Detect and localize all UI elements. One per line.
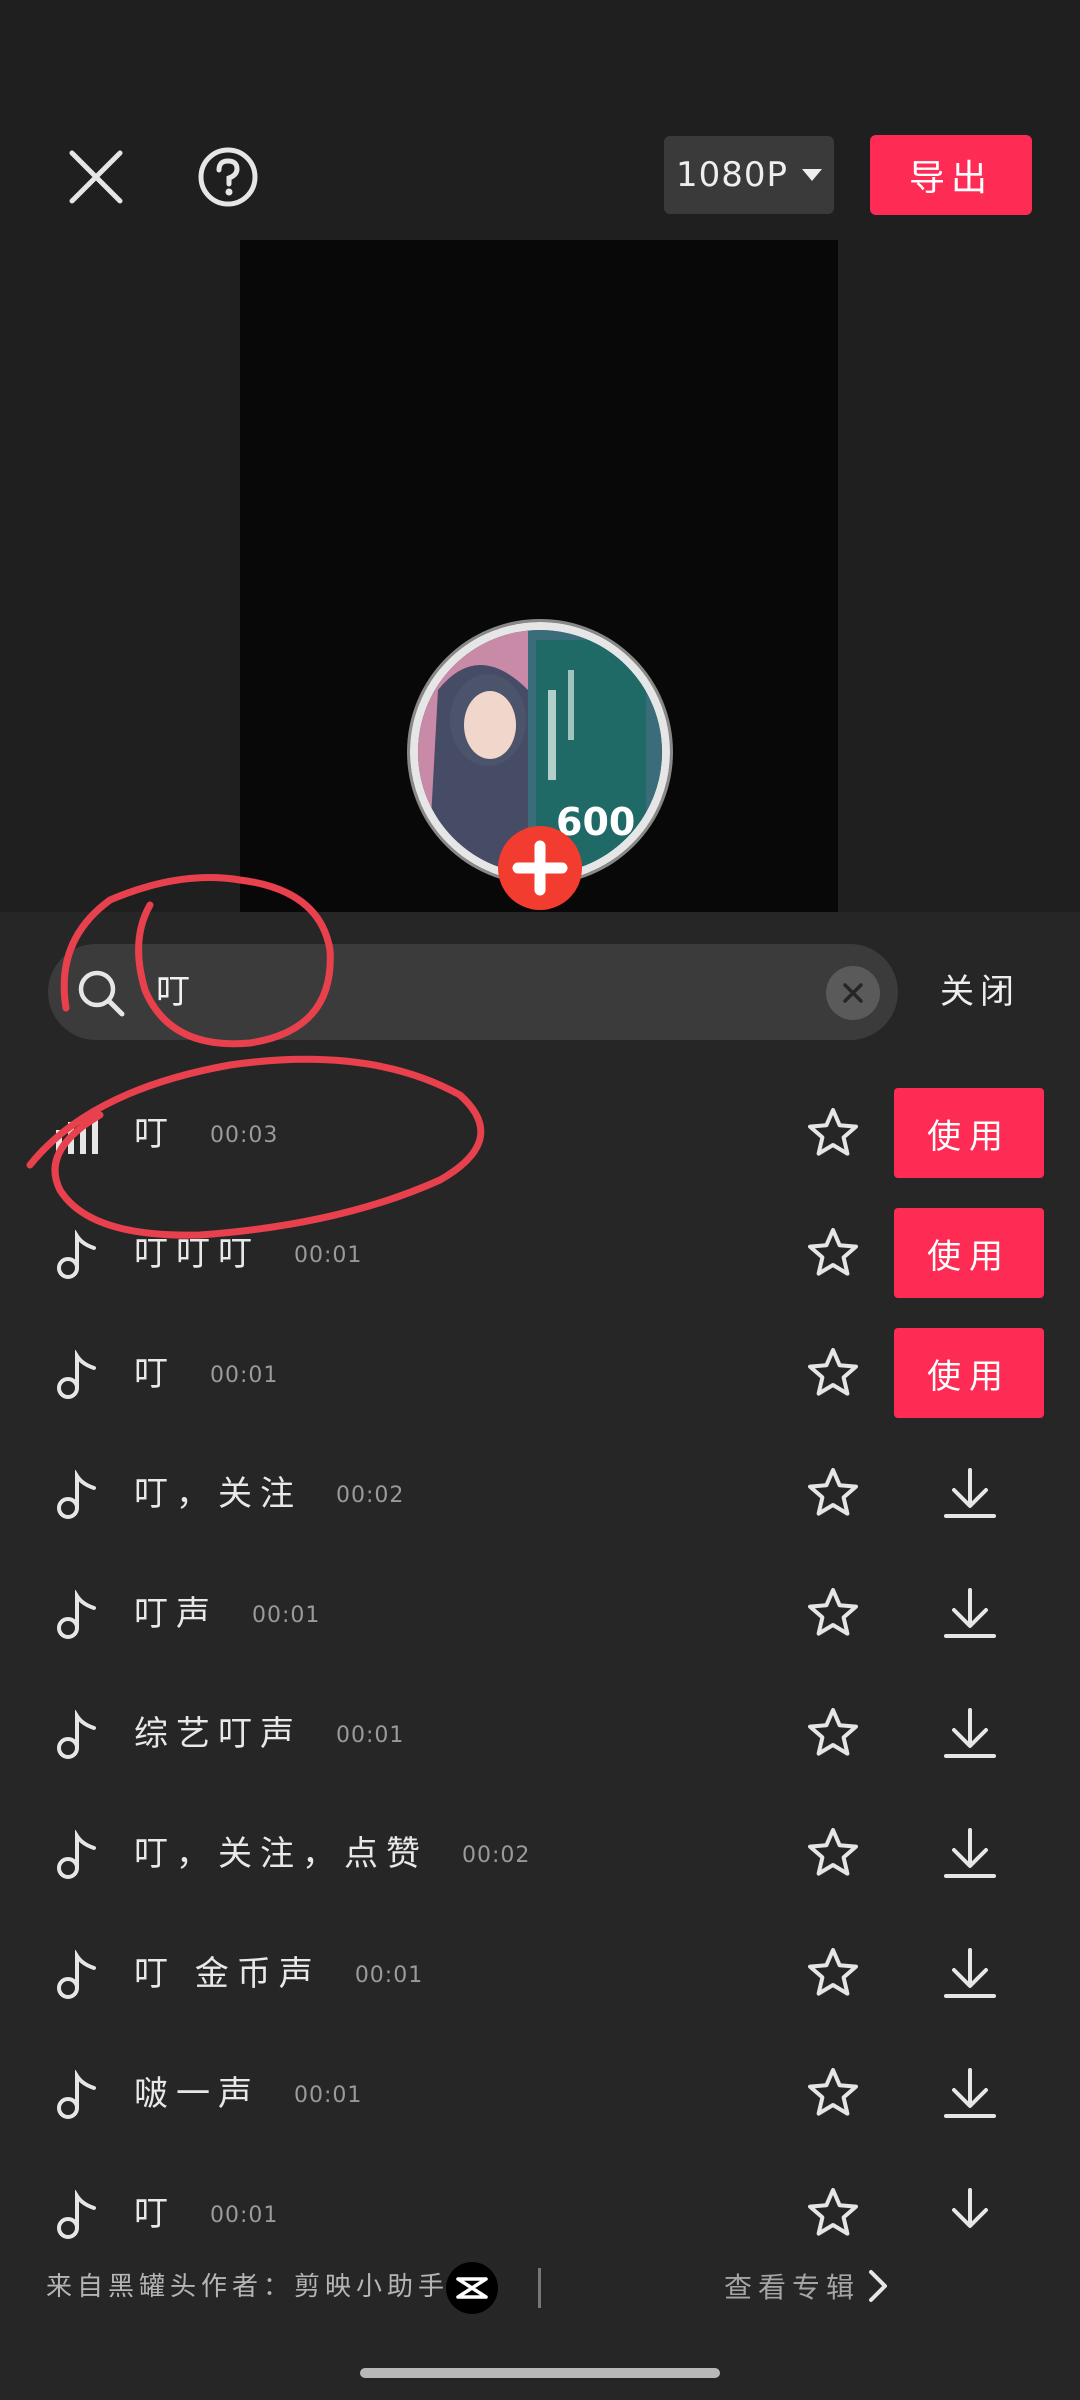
download-icon[interactable]: [942, 1826, 998, 1882]
sound-title: 叮，关注: [134, 1474, 302, 1514]
star-icon[interactable]: [806, 2066, 860, 2120]
close-icon[interactable]: [54, 135, 138, 219]
top-toolbar: 1080P 导出: [0, 0, 1080, 240]
home-indicator[interactable]: [360, 2368, 720, 2378]
star-icon[interactable]: [806, 1466, 860, 1520]
sound-title: 叮 金币声: [134, 1954, 321, 1994]
author-credit: 来自黑罐头作者：剪映小助手: [46, 2272, 450, 2302]
sound-row[interactable]: 叮 金币声 00:01: [0, 1912, 1080, 2032]
sound-title: 叮声: [134, 1594, 218, 1634]
sound-row[interactable]: 叮声 00:01: [0, 1552, 1080, 1672]
sound-row[interactable]: 叮 00:01 使用: [0, 1312, 1080, 1432]
sound-title: 综艺叮声: [134, 1714, 302, 1754]
sound-duration: 00:01: [252, 1602, 321, 1628]
sound-info: 叮 00:03: [134, 1110, 278, 1160]
music-note-icon: [57, 1350, 96, 1399]
music-note-icon: [57, 2070, 96, 2119]
resolution-dropdown[interactable]: 1080P: [664, 136, 834, 214]
sound-info: 叮 00:01: [134, 2190, 278, 2240]
search-input[interactable]: 叮: [48, 944, 898, 1040]
capcut-logo-icon: [446, 2262, 498, 2314]
add-icon[interactable]: [498, 826, 582, 910]
album-footer: 来自黑罐头作者：剪映小助手 查看专辑: [0, 2240, 1080, 2340]
sound-info: 叮声 00:01: [134, 1590, 320, 1640]
music-note-icon: [57, 1590, 96, 1639]
sound-title: 啵一声: [134, 2074, 260, 2114]
footer-divider: [538, 2268, 541, 2308]
music-note-icon: [57, 1230, 96, 1279]
sound-info: 叮 金币声 00:01: [134, 1950, 423, 2000]
music-note-icon: [57, 1950, 96, 1999]
sound-duration: 00:02: [336, 1482, 405, 1508]
sound-duration: 00:01: [354, 1962, 424, 1988]
sound-duration: 00:01: [210, 1362, 279, 1388]
music-note-icon: [57, 2190, 96, 2239]
sound-info: 叮 00:01: [134, 1350, 278, 1400]
sound-title: 叮，关注，点赞: [134, 1834, 428, 1874]
download-icon[interactable]: [942, 1706, 998, 1762]
download-icon[interactable]: [942, 1586, 998, 1642]
playing-bars-icon: [56, 1118, 98, 1154]
sound-row[interactable]: 叮，关注 00:02: [0, 1432, 1080, 1552]
sound-row[interactable]: 叮 00:03 使用: [0, 1072, 1080, 1192]
close-search-button[interactable]: 关闭: [940, 964, 1020, 1013]
sound-duration: 00:02: [462, 1842, 531, 1868]
star-icon[interactable]: [806, 1826, 860, 1880]
sound-row[interactable]: 啵一声 00:01: [0, 2032, 1080, 2152]
star-icon[interactable]: [806, 1226, 860, 1280]
download-icon[interactable]: [942, 1466, 998, 1522]
sound-duration: 00:01: [210, 2202, 279, 2228]
music-note-icon: [57, 1830, 96, 1879]
sound-title: 叮: [134, 2194, 176, 2234]
sound-title: 叮: [134, 1354, 176, 1394]
star-icon[interactable]: [806, 1346, 860, 1400]
star-icon[interactable]: [806, 1586, 860, 1640]
chevron-down-icon: [802, 169, 823, 181]
sound-info: 叮，关注 00:02: [134, 1470, 404, 1520]
sound-title: 叮: [134, 1114, 176, 1154]
sound-duration: 00:01: [294, 2082, 363, 2108]
sound-result-list: 叮 00:03 使用 叮叮叮 00:01 使用叮 00:01 使用 叮，关注 00:02 叮声 00:…: [0, 1072, 1080, 2272]
star-icon[interactable]: [806, 1106, 860, 1160]
download-icon[interactable]: [942, 2066, 998, 2122]
use-button[interactable]: 使用: [894, 1208, 1044, 1298]
help-icon[interactable]: [186, 135, 270, 219]
sound-row[interactable]: 叮，关注，点赞 00:02: [0, 1792, 1080, 1912]
search-icon: [78, 970, 125, 1017]
star-icon[interactable]: [806, 2186, 860, 2240]
download-icon[interactable]: [942, 1946, 998, 2002]
sound-duration: 00:03: [210, 1122, 279, 1148]
view-album-link[interactable]: 查看专辑: [724, 2266, 860, 2306]
search-query: 叮: [156, 972, 190, 1012]
sound-row[interactable]: 叮叮叮 00:01 使用: [0, 1192, 1080, 1312]
use-button[interactable]: 使用: [894, 1328, 1044, 1418]
sound-row[interactable]: 综艺叮声 00:01: [0, 1672, 1080, 1792]
sound-duration: 00:01: [336, 1722, 405, 1748]
export-button[interactable]: 导出: [870, 135, 1032, 215]
music-note-icon: [57, 1710, 96, 1759]
sound-search-panel: 叮 关闭 叮 00:03 使用 叮叮叮 00:01 使用叮 00:01 使用 叮，关注 00:02…: [0, 912, 1080, 2400]
use-button[interactable]: 使用: [894, 1088, 1044, 1178]
star-icon[interactable]: [806, 1706, 860, 1760]
star-icon[interactable]: [806, 1946, 860, 2000]
chevron-right-icon[interactable]: [862, 2268, 894, 2304]
sound-duration: 00:01: [294, 1242, 363, 1268]
clear-search-icon[interactable]: [826, 966, 880, 1020]
music-note-icon: [57, 1470, 96, 1519]
sound-info: 综艺叮声 00:01: [134, 1710, 404, 1760]
download-icon[interactable]: [942, 2186, 998, 2242]
sound-info: 叮叮叮 00:01: [134, 1230, 362, 1280]
sound-info: 叮，关注，点赞 00:02: [134, 1830, 530, 1880]
resolution-value: 1080P: [675, 155, 789, 195]
sound-title: 叮叮叮: [134, 1234, 260, 1274]
sound-info: 啵一声 00:01: [134, 2070, 362, 2120]
